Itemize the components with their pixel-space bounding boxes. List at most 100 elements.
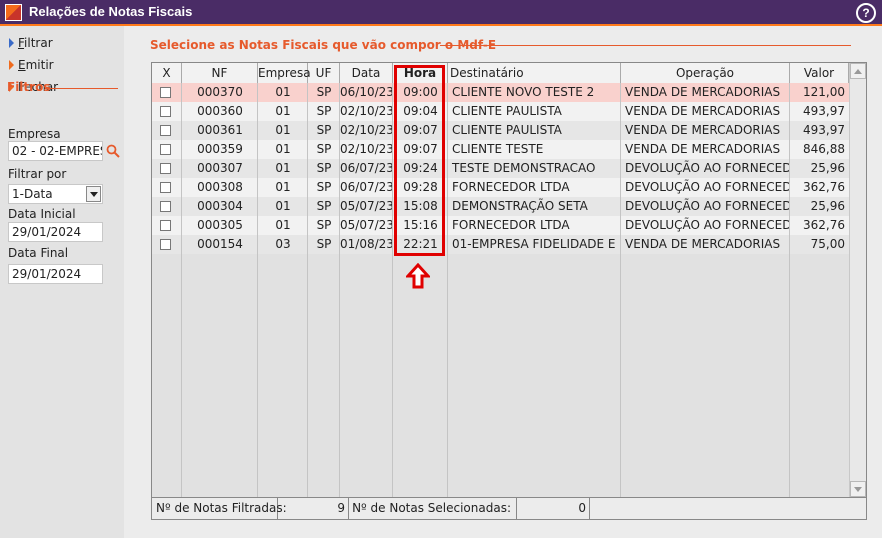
- cell-data: 02/10/23: [340, 142, 393, 156]
- filters-divider: [45, 88, 118, 89]
- cell-valor: 362,76: [803, 180, 845, 194]
- row-select-cell[interactable]: [152, 197, 182, 216]
- cell-data: 01/08/23: [340, 237, 393, 251]
- row-checkbox[interactable]: [160, 144, 171, 155]
- col-header-empresa[interactable]: Empresa: [258, 63, 311, 83]
- cell-empresa: 01: [275, 85, 291, 99]
- hora-column-highlight: [394, 65, 445, 256]
- col-divider: [339, 83, 340, 497]
- col-divider: [620, 83, 621, 497]
- row-checkbox[interactable]: [160, 106, 171, 117]
- cell-operacao: VENDA DE MERCADORIAS: [625, 142, 781, 156]
- col-header-x[interactable]: X: [152, 63, 182, 83]
- cell-destinatario: CLIENTE PAULISTA: [452, 123, 562, 137]
- filtrar-por-label: Filtrar por: [8, 167, 67, 181]
- col-divider: [181, 83, 182, 497]
- col-divider: [307, 83, 308, 497]
- search-icon[interactable]: [106, 144, 120, 158]
- play-arrow-icon: [9, 38, 14, 48]
- cell-empresa: 03: [275, 237, 291, 251]
- cell-destinatario: DEMONSTRAÇÃO SETA: [452, 199, 588, 213]
- cell-operacao: VENDA DE MERCADORIAS: [625, 104, 781, 118]
- row-select-cell[interactable]: [152, 83, 182, 102]
- scroll-down-button[interactable]: [850, 481, 866, 497]
- col-divider: [447, 83, 448, 497]
- filtrar-button[interactable]: Filtrar: [9, 36, 53, 50]
- cell-destinatario: FORNECEDOR LTDA: [452, 218, 570, 232]
- col-header-destinatario[interactable]: Destinatário: [448, 63, 621, 83]
- filtrar-por-select[interactable]: 1-Data: [8, 184, 103, 204]
- play-arrow-icon: [9, 60, 14, 70]
- cell-valor: 362,76: [803, 218, 845, 232]
- cell-data: 02/10/23: [340, 123, 393, 137]
- row-checkbox[interactable]: [160, 87, 171, 98]
- cell-valor: 75,00: [810, 237, 845, 251]
- col-header-nf[interactable]: NF: [182, 63, 258, 83]
- row-select-cell[interactable]: [152, 159, 182, 178]
- row-checkbox[interactable]: [160, 182, 171, 193]
- cell-operacao: DEVOLUÇÃO AO FORNECEDOR: [625, 180, 790, 194]
- row-select-cell[interactable]: [152, 102, 182, 121]
- cell-destinatario: 01-EMPRESA FIDELIDADE E QR: [452, 237, 621, 251]
- row-checkbox[interactable]: [160, 201, 171, 212]
- filtered-count-value: 9: [278, 498, 349, 519]
- scroll-up-button[interactable]: [850, 63, 866, 79]
- cell-valor: 121,00: [803, 85, 845, 99]
- cell-valor: 25,96: [810, 161, 845, 175]
- cell-nf: 000305: [197, 218, 243, 232]
- row-select-cell[interactable]: [152, 216, 182, 235]
- cell-uf: SP: [316, 85, 332, 99]
- cell-empresa: 01: [275, 180, 291, 194]
- data-inicial-field[interactable]: 29/01/2024: [8, 222, 103, 242]
- cell-destinatario: CLIENTE TESTE: [452, 142, 544, 156]
- row-select-cell[interactable]: [152, 140, 182, 159]
- notas-grid[interactable]: X NF Empresa UF Data Hora Destinatário O…: [151, 62, 867, 498]
- grid-footer: Nº de Notas Filtradas: 9 Nº de Notas Sel…: [151, 498, 867, 520]
- chevron-down-icon[interactable]: [86, 186, 101, 202]
- selected-count-value: 0: [517, 498, 590, 519]
- cell-empresa: 01: [275, 199, 291, 213]
- cell-uf: SP: [316, 161, 332, 175]
- empresa-field[interactable]: 02 - 02-EMPRESA: [8, 141, 103, 161]
- cell-operacao: DEVOLUÇÃO AO FORNECEDOR: [625, 199, 790, 213]
- cell-valor: 493,97: [803, 104, 845, 118]
- col-header-operacao[interactable]: Operação: [621, 63, 790, 83]
- empresa-label: Empresa: [8, 127, 61, 141]
- col-divider: [789, 83, 790, 497]
- cell-uf: SP: [316, 199, 332, 213]
- row-select-cell[interactable]: [152, 235, 182, 254]
- row-select-cell[interactable]: [152, 178, 182, 197]
- data-final-field[interactable]: 29/01/2024: [8, 264, 103, 284]
- help-icon[interactable]: ?: [856, 3, 876, 23]
- cell-operacao: VENDA DE MERCADORIAS: [625, 237, 781, 251]
- filtrar-por-value: 1-Data: [12, 187, 53, 201]
- emitir-button[interactable]: Emitir: [9, 58, 54, 72]
- cell-nf: 000359: [197, 142, 243, 156]
- data-inicial-label: Data Inicial: [8, 207, 76, 221]
- row-checkbox[interactable]: [160, 239, 171, 250]
- cell-data: 06/07/23: [340, 180, 393, 194]
- cell-operacao: VENDA DE MERCADORIAS: [625, 123, 781, 137]
- cell-empresa: 01: [275, 123, 291, 137]
- cell-uf: SP: [316, 237, 332, 251]
- cell-uf: SP: [316, 218, 332, 232]
- selected-count-label: Nº de Notas Selecionadas:: [349, 498, 517, 519]
- cell-operacao: VENDA DE MERCADORIAS: [625, 85, 781, 99]
- cell-operacao: DEVOLUÇÃO AO FORNECEDOR: [625, 218, 790, 232]
- row-checkbox[interactable]: [160, 220, 171, 231]
- cell-operacao: DEVOLUÇÃO AO FORNECEDOR: [625, 161, 790, 175]
- col-header-data[interactable]: Data: [340, 63, 393, 83]
- row-select-cell[interactable]: [152, 121, 182, 140]
- vertical-scrollbar[interactable]: [849, 63, 866, 497]
- cell-destinatario: CLIENTE PAULISTA: [452, 104, 562, 118]
- data-final-label: Data Final: [8, 246, 69, 260]
- cell-nf: 000154: [197, 237, 243, 251]
- cell-data: 05/07/23: [340, 199, 393, 213]
- cell-valor: 25,96: [810, 199, 845, 213]
- cell-empresa: 01: [275, 104, 291, 118]
- row-checkbox[interactable]: [160, 125, 171, 136]
- col-header-valor[interactable]: Valor: [790, 63, 849, 83]
- cell-destinatario: TESTE DEMONSTRACAO: [452, 161, 596, 175]
- col-header-uf[interactable]: UF: [308, 63, 340, 83]
- row-checkbox[interactable]: [160, 163, 171, 174]
